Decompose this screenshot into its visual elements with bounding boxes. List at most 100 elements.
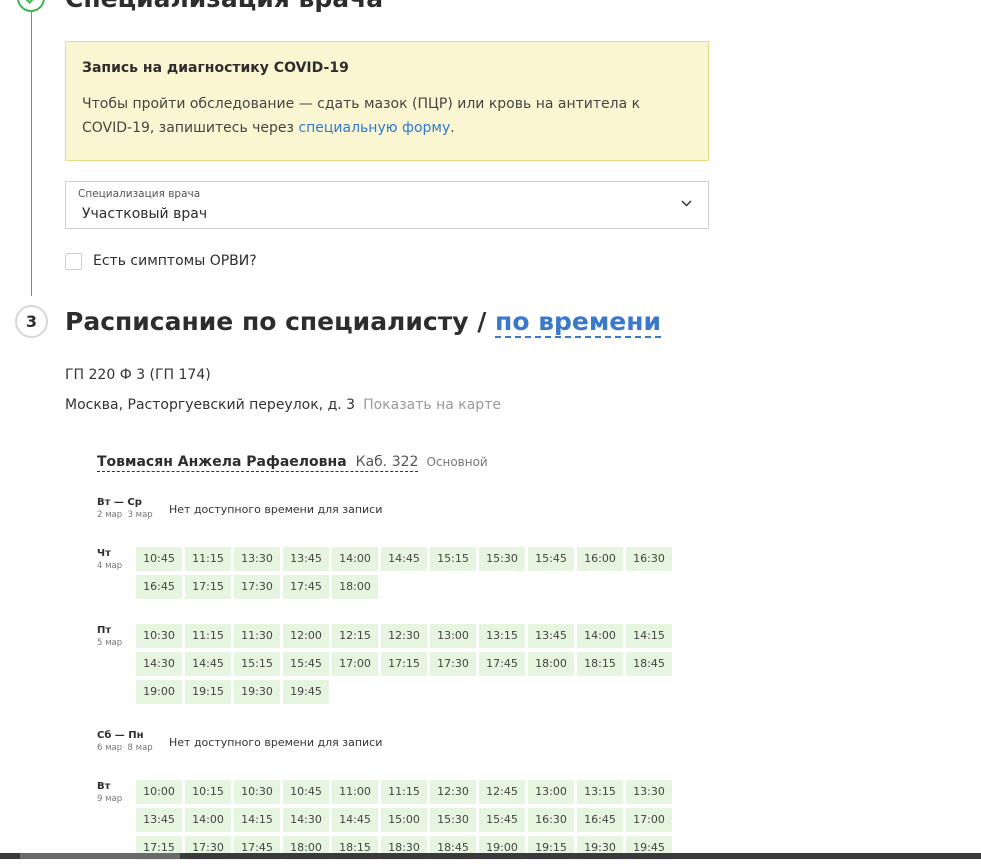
time-slot-button[interactable]: 12:15 xyxy=(332,624,378,648)
time-slot-button[interactable]: 12:30 xyxy=(430,780,476,804)
time-slot-button[interactable]: 12:45 xyxy=(479,780,525,804)
time-slot-button[interactable]: 19:15 xyxy=(185,680,231,704)
orvi-symptoms-label[interactable]: Есть симптомы ОРВИ? xyxy=(93,253,257,269)
time-slot-button[interactable]: 10:45 xyxy=(283,780,329,804)
step-complete-icon xyxy=(17,0,45,12)
select-label: Специализация врача xyxy=(78,188,201,200)
time-slot-button[interactable]: 15:45 xyxy=(283,652,329,676)
time-slot-button[interactable]: 14:00 xyxy=(577,624,623,648)
time-slot-button[interactable]: 14:00 xyxy=(185,808,231,832)
time-slot-button[interactable]: 15:30 xyxy=(430,808,476,832)
time-slot-button[interactable]: 15:00 xyxy=(381,808,427,832)
time-slot-button[interactable]: 11:00 xyxy=(332,780,378,804)
time-slot-button[interactable]: 13:00 xyxy=(528,780,574,804)
time-slot-button[interactable]: 10:15 xyxy=(185,780,231,804)
clinic-address: Москва, Расторгуевский переулок, д. 3 xyxy=(65,397,356,413)
special-form-link[interactable]: специальную форму xyxy=(298,120,450,136)
time-slot-button[interactable]: 12:00 xyxy=(283,624,329,648)
time-slot-button[interactable]: 10:30 xyxy=(234,780,280,804)
time-slot-button[interactable]: 16:30 xyxy=(528,808,574,832)
section-title-schedule: Расписание по специалисту / по времени xyxy=(65,305,662,339)
day-date-to: 8 мар xyxy=(127,743,153,753)
time-slot-button[interactable]: 11:15 xyxy=(381,780,427,804)
slots-tue: 10:00 10:15 10:30 10:45 11:00 11:15 12:30 12:45… xyxy=(136,780,676,864)
day-label-thu: Чт 4 мар xyxy=(97,548,122,571)
time-slot-button[interactable]: 18:45 xyxy=(626,652,672,676)
time-slot-button[interactable]: 13:45 xyxy=(283,547,329,571)
horizontal-scrollbar[interactable] xyxy=(0,853,981,859)
time-slot-button[interactable]: 13:30 xyxy=(234,547,280,571)
by-time-link[interactable]: по времени xyxy=(495,307,662,338)
select-value: Участковый врач xyxy=(82,206,208,222)
time-slot-button[interactable]: 16:45 xyxy=(577,808,623,832)
time-slot-button[interactable]: 14:45 xyxy=(185,652,231,676)
doctor-header: Товмасян Анжела Рафаеловна Каб. 322 Основн… xyxy=(97,451,488,472)
time-slot-button[interactable]: 14:45 xyxy=(381,547,427,571)
clinic-address-row: Москва, Расторгуевский переулок, д. 3 Пок… xyxy=(65,397,501,413)
time-slot-button[interactable]: 15:45 xyxy=(528,547,574,571)
time-slot-button[interactable]: 11:15 xyxy=(185,624,231,648)
time-slot-button[interactable]: 17:45 xyxy=(283,575,329,599)
time-slot-button[interactable]: 16:00 xyxy=(577,547,623,571)
time-slot-button[interactable]: 17:45 xyxy=(479,652,525,676)
time-slot-button[interactable]: 17:15 xyxy=(381,652,427,676)
day-name: Чт xyxy=(97,548,111,559)
time-slot-button[interactable]: 14:45 xyxy=(332,808,378,832)
time-slot-button[interactable]: 10:45 xyxy=(136,547,182,571)
time-slot-button[interactable]: 13:15 xyxy=(479,624,525,648)
time-slot-button[interactable]: 14:00 xyxy=(332,547,378,571)
time-slot-button[interactable]: 18:00 xyxy=(528,652,574,676)
day-label-tue-wed: Вт — Ср 2 мар 3 мар xyxy=(97,497,153,520)
time-slot-button[interactable]: 14:15 xyxy=(626,624,672,648)
time-slot-button[interactable]: 16:30 xyxy=(626,547,672,571)
chevron-down-icon xyxy=(681,200,692,207)
time-slot-button[interactable]: 13:00 xyxy=(430,624,476,648)
time-slot-button[interactable]: 17:00 xyxy=(626,808,672,832)
time-slot-button[interactable]: 15:15 xyxy=(430,547,476,571)
day-date: 9 мар xyxy=(97,794,123,804)
day-date-range: 2 мар 3 мар xyxy=(97,510,153,520)
time-slot-button[interactable]: 17:30 xyxy=(234,575,280,599)
day-name: Вт xyxy=(97,781,111,792)
covid-notice-text: Чтобы пройти обследование — сдать мазок … xyxy=(82,92,692,140)
clinic-name: ГП 220 Ф 3 (ГП 174) xyxy=(65,367,211,383)
time-slot-button[interactable]: 15:15 xyxy=(234,652,280,676)
time-slot-button[interactable]: 18:15 xyxy=(577,652,623,676)
time-slot-button[interactable]: 15:30 xyxy=(479,547,525,571)
day-date-from: 2 мар xyxy=(97,510,123,520)
time-slot-button[interactable]: 13:15 xyxy=(577,780,623,804)
time-slot-button[interactable]: 12:30 xyxy=(381,624,427,648)
section-title-specialization: Специализация врача xyxy=(65,0,383,14)
time-slot-button[interactable]: 19:00 xyxy=(136,680,182,704)
time-slot-button[interactable]: 14:30 xyxy=(283,808,329,832)
scrollbar-thumb[interactable] xyxy=(20,853,180,859)
time-slot-button[interactable]: 14:30 xyxy=(136,652,182,676)
time-slot-button[interactable]: 17:00 xyxy=(332,652,378,676)
doctor-name: Товмасян Анжела Рафаеловна xyxy=(97,454,347,470)
time-slot-button[interactable]: 10:30 xyxy=(136,624,182,648)
orvi-symptoms-checkbox[interactable] xyxy=(65,253,82,270)
show-on-map-link[interactable]: Показать на карте xyxy=(363,397,501,413)
day-name: Сб — Пн xyxy=(97,730,144,741)
covid-notice-title: Запись на диагностику COVID-19 xyxy=(82,60,349,76)
time-slot-button[interactable]: 13:45 xyxy=(136,808,182,832)
slots-fri: 10:30 11:15 11:30 12:00 12:15 12:30 13:00 13:15… xyxy=(136,624,676,708)
time-slot-button[interactable]: 15:45 xyxy=(479,808,525,832)
doctor-tag: Основной xyxy=(426,455,488,469)
time-slot-button[interactable]: 14:15 xyxy=(234,808,280,832)
day-date-from: 6 мар xyxy=(97,743,123,753)
time-slot-button[interactable]: 17:15 xyxy=(185,575,231,599)
time-slot-button[interactable]: 13:30 xyxy=(626,780,672,804)
time-slot-button[interactable]: 11:30 xyxy=(234,624,280,648)
time-slot-button[interactable]: 19:45 xyxy=(283,680,329,704)
time-slot-button[interactable]: 16:45 xyxy=(136,575,182,599)
time-slot-button[interactable]: 13:45 xyxy=(528,624,574,648)
time-slot-button[interactable]: 18:00 xyxy=(332,575,378,599)
time-slot-button[interactable]: 17:30 xyxy=(430,652,476,676)
time-slot-button[interactable]: 11:15 xyxy=(185,547,231,571)
time-slot-button[interactable]: 19:30 xyxy=(234,680,280,704)
time-slot-button[interactable]: 10:00 xyxy=(136,780,182,804)
specialization-select[interactable]: Специализация врача Участковый врач xyxy=(65,181,709,229)
doctor-room: Каб. 322 xyxy=(355,454,419,470)
doctor-link[interactable]: Товмасян Анжела Рафаеловна Каб. 322 xyxy=(97,451,419,472)
